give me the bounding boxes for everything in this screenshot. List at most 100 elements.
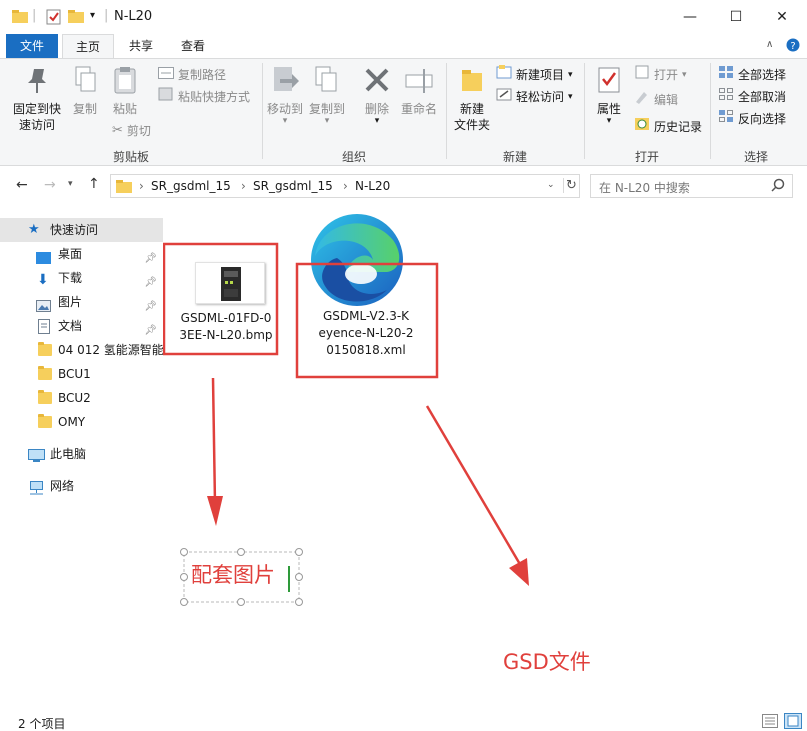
new-folder-button[interactable]: 新建 文件夹: [450, 65, 494, 133]
copy-path-button[interactable]: 复制路径: [158, 65, 226, 85]
recent-locations-icon[interactable]: ▾: [68, 179, 73, 189]
paste-button[interactable]: 粘贴: [106, 65, 144, 117]
folder-icon: [38, 366, 52, 380]
properties-icon: [596, 65, 622, 101]
sidebar-item-label: 此电脑: [50, 447, 87, 461]
customize-toolbar-icon[interactable]: ▾: [90, 10, 95, 21]
open-icon: [634, 65, 650, 85]
sidebar-item-downloads[interactable]: ⬇ 下载 📌︎: [0, 266, 163, 290]
breadcrumb-separator-icon[interactable]: ›: [343, 179, 348, 193]
properties-dropdown-icon: ▾: [606, 116, 612, 126]
breadcrumb-segment[interactable]: SR_gsdml_15: [253, 179, 333, 193]
tab-home[interactable]: 主页: [62, 34, 114, 58]
ribbon-divider: [710, 63, 711, 159]
resize-handle[interactable]: [237, 598, 245, 606]
resize-handle[interactable]: [180, 573, 188, 581]
up-arrow-icon[interactable]: ↑: [88, 176, 100, 192]
back-arrow-icon[interactable]: ←: [16, 177, 28, 193]
navigation-bar: ← → ▾ ↑ › SR_gsdml_15 › SR_gsdml_15 › N-…: [0, 166, 807, 206]
resize-handle[interactable]: [180, 548, 188, 556]
copy-button[interactable]: 复制: [66, 65, 104, 117]
breadcrumb-separator-icon[interactable]: ›: [139, 179, 144, 193]
cut-button[interactable]: ✂ 剪切: [112, 121, 151, 141]
resize-handle[interactable]: [295, 573, 303, 581]
breadcrumb-segment[interactable]: N-L20: [355, 179, 390, 193]
open-label: 打开: [654, 68, 679, 82]
new-folder-label-line1: 新建: [459, 102, 484, 116]
rename-label: 重命名: [400, 102, 437, 116]
help-icon[interactable]: ?: [786, 38, 800, 55]
folder-icon: [12, 9, 28, 26]
minimize-button[interactable]: —: [667, 0, 713, 34]
sidebar-item-pictures[interactable]: 图片 📌︎: [0, 290, 163, 314]
rename-button[interactable]: 重命名: [398, 65, 440, 117]
sidebar-item-label: 网络: [50, 479, 75, 493]
pin-icon[interactable]: 📌︎: [144, 271, 157, 290]
sidebar-item-folder[interactable]: BCU1: [0, 362, 163, 386]
maximize-button[interactable]: ☐: [713, 0, 759, 34]
sidebar-item-folder[interactable]: OMY: [0, 410, 163, 434]
pin-icon[interactable]: 📌︎: [144, 247, 157, 266]
easy-access-button[interactable]: 轻松访问 ▾: [496, 87, 573, 107]
select-all-button[interactable]: 全部选择: [718, 65, 786, 85]
edit-icon: [634, 90, 650, 110]
properties-button[interactable]: 属性 ▾: [588, 65, 630, 126]
file-list-area: GSDML-01FD-0 3EE-N-L20.bmp GSDML-V2.3-K …: [163, 206, 807, 711]
collapse-ribbon-icon[interactable]: ∧: [766, 39, 773, 50]
tab-view[interactable]: 查看: [168, 34, 218, 58]
breadcrumb-separator-icon[interactable]: ›: [241, 179, 246, 193]
invert-selection-button[interactable]: 反向选择: [718, 109, 786, 129]
forward-arrow-icon[interactable]: →: [44, 177, 56, 193]
sidebar-item-label: 文档: [58, 319, 83, 333]
history-button[interactable]: 历史记录: [634, 117, 702, 137]
tab-file[interactable]: 文件: [6, 34, 58, 58]
address-history-dropdown-icon[interactable]: ⌄: [547, 180, 555, 190]
details-view-icon[interactable]: [762, 714, 778, 731]
sidebar-item-documents[interactable]: 文档 📌︎: [0, 314, 163, 338]
sidebar-item-folder[interactable]: 04 012 氢能源智能: [0, 338, 163, 362]
breadcrumb-segment[interactable]: SR_gsdml_15: [151, 179, 231, 193]
resize-handle[interactable]: [295, 548, 303, 556]
resize-handle[interactable]: [295, 598, 303, 606]
svg-text:?: ?: [790, 41, 795, 52]
sidebar-item-folder[interactable]: BCU2: [0, 386, 163, 410]
history-icon: [634, 117, 650, 137]
close-button[interactable]: ✕: [759, 0, 805, 34]
properties-check-icon[interactable]: [46, 9, 62, 28]
delete-button[interactable]: 删除 ▾: [358, 65, 396, 126]
paste-shortcut-button[interactable]: 粘贴快捷方式: [158, 87, 250, 107]
open-button[interactable]: 打开 ▾: [634, 65, 687, 85]
address-bar[interactable]: › SR_gsdml_15 › SR_gsdml_15 › N-L20 ⌄ ↻: [110, 174, 580, 198]
annotation-label-image[interactable]: 配套图片: [191, 562, 275, 588]
new-folder-icon[interactable]: [68, 9, 84, 26]
large-icons-view-icon[interactable]: [784, 713, 802, 731]
resize-handle[interactable]: [237, 548, 245, 556]
group-organize-label: 组织: [341, 150, 366, 164]
search-input[interactable]: 在 N-L20 中搜索: [599, 179, 690, 196]
easy-access-label: 轻松访问: [516, 90, 565, 104]
edit-button[interactable]: 编辑: [634, 90, 678, 110]
pin-quick-access-button[interactable]: 固定到快 速访问: [8, 65, 66, 133]
tab-share[interactable]: 共享: [116, 34, 166, 58]
sidebar-item-quick-access[interactable]: ★ 快速访问: [0, 218, 163, 242]
invert-selection-label: 反向选择: [738, 112, 787, 126]
refresh-icon[interactable]: ↻: [563, 178, 577, 193]
pin-icon[interactable]: 📌︎: [144, 295, 157, 314]
delete-label: 删除: [364, 102, 389, 116]
new-item-button[interactable]: 新建项目 ▾: [496, 65, 573, 85]
pin-icon[interactable]: 📌︎: [144, 319, 157, 338]
copy-to-button[interactable]: 复制到 ▾: [306, 65, 348, 126]
sidebar-item-desktop[interactable]: 桌面 📌︎: [0, 242, 163, 266]
sidebar-item-network[interactable]: 网络: [0, 474, 163, 498]
new-item-label: 新建项目: [516, 68, 565, 82]
move-to-button[interactable]: 移动到 ▾: [264, 65, 306, 126]
desktop-icon: [36, 248, 51, 266]
navigation-pane: ★ 快速访问 桌面 📌︎ ⬇ 下载 📌︎ 图片 📌︎ 文档 📌︎ 04 012 …: [0, 206, 163, 711]
resize-handle[interactable]: [180, 598, 188, 606]
search-box[interactable]: 在 N-L20 中搜索: [590, 174, 793, 198]
select-none-button[interactable]: 全部取消: [718, 87, 786, 107]
folder-icon: [38, 414, 52, 428]
sidebar-item-label: 快速访问: [50, 223, 99, 237]
search-icon[interactable]: [771, 178, 785, 195]
sidebar-item-this-pc[interactable]: 此电脑: [0, 442, 163, 466]
